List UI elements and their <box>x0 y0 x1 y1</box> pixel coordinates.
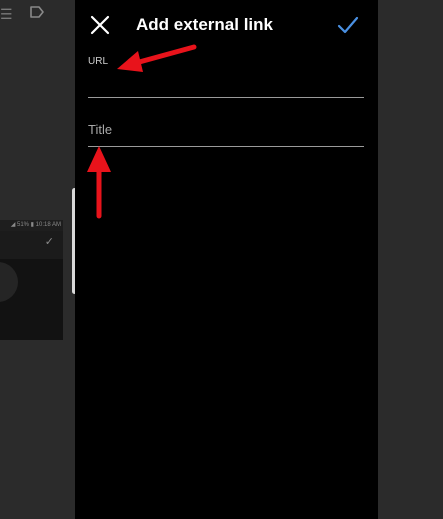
thumbnail-status-bar: ◢ 51% ▮ 10:18 AM <box>0 220 63 231</box>
close-icon <box>90 15 110 35</box>
background-app: ☰ ◢ 51% ▮ 10:18 AM ✓ <box>0 0 75 519</box>
url-input[interactable] <box>88 70 364 98</box>
confirm-button[interactable] <box>336 13 360 37</box>
url-label: URL <box>88 56 109 67</box>
label-tag-icon[interactable] <box>29 5 45 19</box>
checkmark-icon: ✓ <box>44 236 54 248</box>
checkmark-icon <box>337 16 359 34</box>
close-button[interactable] <box>89 14 111 36</box>
dialog-title: Add external link <box>136 15 273 34</box>
background-right <box>378 0 443 519</box>
add-external-link-dialog: Add external link URL <box>75 0 378 519</box>
title-input[interactable] <box>88 113 364 147</box>
screen: ☰ ◢ 51% ▮ 10:18 AM ✓ Add external link U… <box>0 0 443 519</box>
hamburger-icon[interactable]: ☰ <box>0 6 13 23</box>
